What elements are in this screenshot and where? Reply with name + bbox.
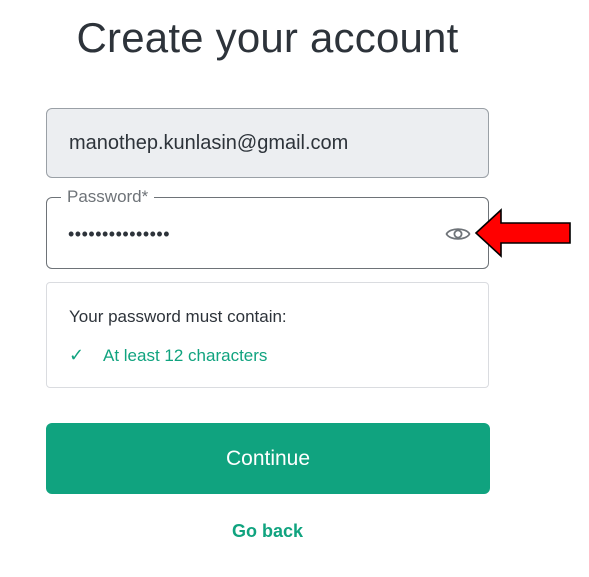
requirement-text: At least 12 characters (103, 345, 268, 365)
go-back-link[interactable]: Go back (0, 521, 535, 542)
checkmark-icon: ✓ (69, 345, 85, 365)
email-value: manothep.kunlasin@gmail.com (69, 131, 349, 154)
page-title: Create your account (76, 14, 459, 61)
password-value: ••••••••••••••• (68, 224, 171, 244)
requirements-title: Your password must contain: (69, 307, 287, 326)
password-label: Password* (61, 187, 155, 207)
continue-button[interactable]: Continue (46, 423, 490, 494)
password-requirements: Your password must contain: ✓ At least 1… (46, 282, 489, 388)
password-field[interactable]: Password* ••••••••••••••• (46, 187, 489, 269)
eye-icon[interactable] (444, 222, 472, 246)
email-field[interactable]: manothep.kunlasin@gmail.com (46, 108, 489, 178)
requirement-item: ✓ At least 12 characters (69, 345, 267, 366)
red-arrow-annotation (474, 208, 571, 258)
